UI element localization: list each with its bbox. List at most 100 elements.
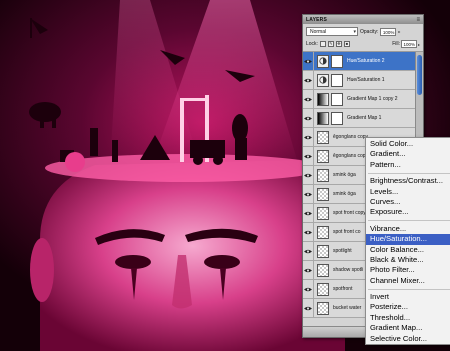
lock-image-icon[interactable]: ✎ (327, 41, 334, 47)
visibility-eye-icon[interactable] (303, 260, 314, 280)
menu-item[interactable]: Hue/Saturation... (366, 234, 450, 245)
menu-item[interactable]: Solid Color... (366, 139, 450, 149)
layer-name: Gradient Map 1 copy 2 (347, 96, 398, 102)
menu-item[interactable]: Pattern... (366, 160, 450, 170)
visibility-eye-icon[interactable] (303, 298, 314, 318)
layer-mask-thumbnail[interactable] (331, 111, 343, 125)
adjustment-icon (319, 76, 327, 84)
menu-separator (368, 220, 450, 222)
menu-item[interactable]: Threshold... (366, 313, 450, 323)
layer-name: smink öga (333, 172, 356, 178)
menu-item[interactable]: Invert (366, 292, 450, 302)
layer-name: êgonglans copy (333, 153, 369, 159)
scalp-rim (45, 154, 325, 182)
menu-item[interactable]: Gradient Map... (366, 323, 450, 333)
layer-mask-thumbnail[interactable] (331, 73, 343, 87)
adjustment-icon (319, 57, 327, 65)
adjustment-layer-menu: Solid Color... Gradient... Pattern... Brigh… (365, 137, 450, 345)
layer-thumbnail (317, 111, 329, 125)
head (40, 160, 345, 351)
layer-thumbnail (317, 301, 329, 315)
layer-row[interactable]: Hue/Saturation 2 (303, 52, 423, 71)
layer-row[interactable]: Hue/Saturation 1 (303, 70, 423, 90)
layers-scroll-thumb[interactable] (417, 55, 422, 95)
layer-name: Hue/Saturation 1 (347, 77, 385, 83)
menu-item[interactable]: Color Balance... (366, 245, 450, 255)
layer-name: bucket water (333, 305, 362, 311)
left-eye (115, 255, 151, 269)
visibility-eye-icon[interactable] (303, 184, 314, 204)
menu-item[interactable]: Black & White... (366, 255, 450, 265)
layer-name: spot front co (333, 229, 361, 235)
menu-item[interactable]: Selective Color... (366, 334, 450, 344)
layer-name: spotfront (333, 286, 353, 292)
visibility-eye-icon[interactable] (303, 165, 314, 185)
visibility-eye-icon[interactable] (303, 52, 314, 71)
blend-row: Normal ▾ Opacity: 100% ▸ (303, 24, 423, 38)
lock-label: Lock: (306, 41, 318, 47)
visibility-eye-icon[interactable] (303, 222, 314, 242)
layer-row[interactable]: Gradient Map 1 (303, 108, 423, 128)
visibility-eye-icon[interactable] (303, 241, 314, 261)
fill-label: Fill: (392, 41, 400, 47)
menu-item[interactable]: Vibrance... (366, 224, 450, 234)
chevron-down-icon: ▾ (353, 29, 356, 35)
menu-item[interactable]: Gradient... (366, 149, 450, 159)
menu-item[interactable]: Brightness/Contrast... (366, 176, 450, 186)
left-ear (30, 238, 54, 302)
visibility-eye-icon[interactable] (303, 89, 314, 109)
layer-name: Gradient Map 1 (347, 115, 382, 121)
layer-thumbnail (317, 92, 329, 106)
layer-name: Hue/Saturation 2 (347, 58, 385, 64)
menu-item[interactable]: Photo Filter... (366, 265, 450, 275)
lock-all-icon[interactable]: ■ (343, 41, 350, 47)
lock-transparent-icon[interactable] (319, 41, 326, 47)
fill-slider-arrow-icon[interactable]: ▸ (418, 42, 420, 47)
layer-thumbnail (317, 149, 329, 163)
opacity-label: Opacity: (360, 28, 379, 35)
visibility-eye-icon[interactable] (303, 279, 314, 299)
layer-thumbnail (317, 282, 329, 296)
visibility-eye-icon[interactable] (303, 127, 314, 147)
menu-item[interactable]: Posterize... (366, 302, 450, 312)
layer-name: spot front copy (333, 210, 366, 216)
opacity-slider-arrow-icon[interactable]: ▸ (398, 29, 400, 34)
visibility-eye-icon[interactable] (303, 108, 314, 128)
layer-name: spotlight (333, 248, 352, 254)
layer-thumbnail (317, 263, 329, 277)
lock-row: Lock: ✎ ✥ ■ Fill: 100% ▸ (303, 38, 423, 52)
layers-tab[interactable]: LAYERS (306, 17, 327, 23)
menu-separator (368, 172, 450, 174)
layer-name: shadow spotli (333, 267, 364, 273)
layer-thumbnail (317, 168, 329, 182)
menu-item[interactable]: Channel Mixer... (366, 276, 450, 286)
layers-panel-titlebar[interactable]: LAYERS ≡ (303, 15, 423, 24)
layer-thumbnail (317, 244, 329, 258)
layer-thumbnail (317, 187, 329, 201)
menu-item[interactable]: Exposure... (366, 207, 450, 217)
lock-position-icon[interactable]: ✥ (335, 41, 342, 47)
fill-field[interactable]: 100% (400, 40, 417, 48)
layer-mask-thumbnail[interactable] (331, 92, 343, 106)
layer-thumbnail (317, 130, 329, 144)
visibility-eye-icon[interactable] (303, 70, 314, 90)
opacity-field[interactable]: 100% (380, 27, 397, 36)
layer-row[interactable]: Gradient Map 1 copy 2 (303, 89, 423, 109)
fill-wrap: Fill: 100% ▸ (392, 40, 420, 48)
layer-thumbnail (317, 73, 329, 87)
visibility-eye-icon[interactable] (303, 146, 314, 166)
layer-name: êgonglans copy (333, 134, 369, 140)
menu-item[interactable]: Curves... (366, 197, 450, 207)
layer-thumbnail (317, 54, 329, 68)
right-eye (204, 255, 240, 269)
menu-separator (368, 288, 450, 290)
visibility-eye-icon[interactable] (303, 203, 314, 223)
layer-thumbnail (317, 206, 329, 220)
menu-item[interactable]: Levels... (366, 187, 450, 197)
blend-mode-select[interactable]: Normal ▾ (306, 27, 358, 36)
panel-menu-icon[interactable]: ≡ (416, 17, 420, 23)
blend-mode-value: Normal (310, 29, 327, 35)
layer-thumbnail (317, 225, 329, 239)
layer-mask-thumbnail[interactable] (331, 54, 343, 68)
layer-name: smink öga (333, 191, 356, 197)
